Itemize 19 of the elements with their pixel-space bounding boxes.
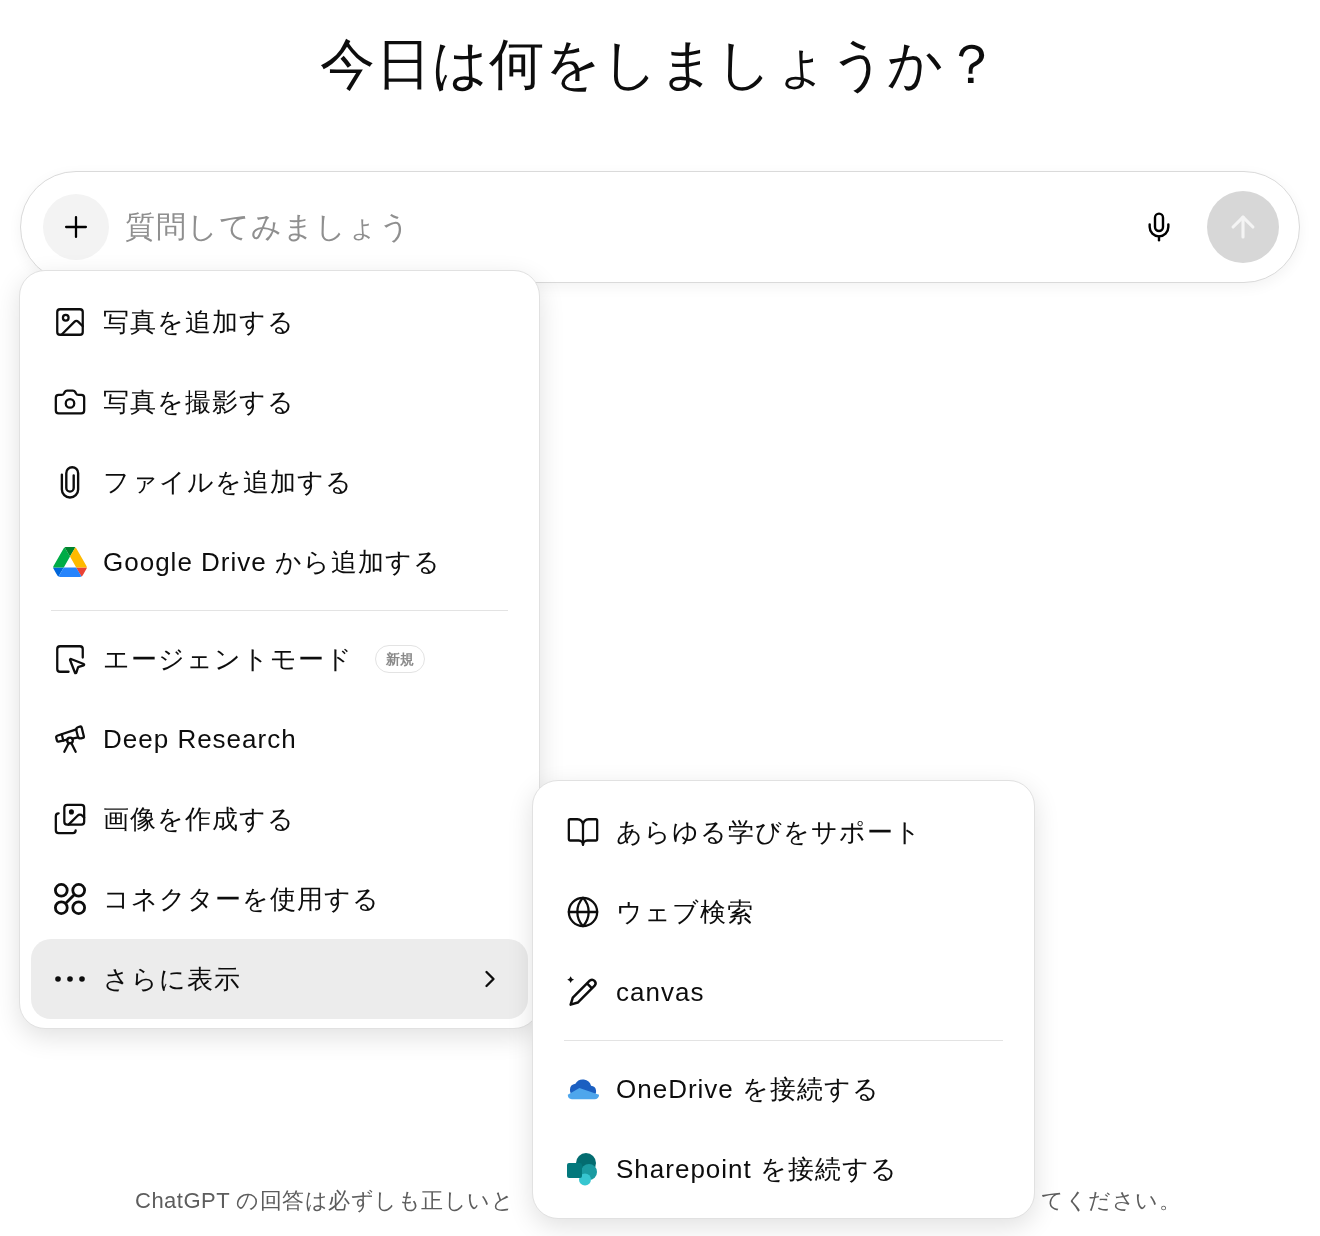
site-logo-icon <box>566 1152 600 1186</box>
paperclip-icon <box>59 465 81 499</box>
disclaimer-text: ChatGPT の回答は必ずしも正しいと <box>135 1187 516 1215</box>
composer-bar[interactable]: 質問してみましょう <box>20 171 1300 283</box>
book-icon <box>566 815 600 849</box>
triangle-logo-icon <box>53 547 87 577</box>
nodes-icon <box>54 883 86 915</box>
image-icon <box>53 305 87 339</box>
message-input[interactable]: 質問してみましょう <box>125 205 1127 249</box>
telescope-icon <box>53 722 87 756</box>
globe-icon <box>566 895 600 929</box>
images-icon <box>53 802 87 836</box>
cloud-logo-icon <box>566 1077 600 1101</box>
page-heading: 今日は何をしましょうか？ <box>320 32 1000 97</box>
more-icon <box>55 976 85 982</box>
cursor-icon <box>53 642 87 676</box>
menu-item[interactable]: さらに表示 <box>31 939 528 1019</box>
disclaimer-text: てください。 <box>1041 1187 1182 1215</box>
pencil-icon <box>566 975 600 1009</box>
